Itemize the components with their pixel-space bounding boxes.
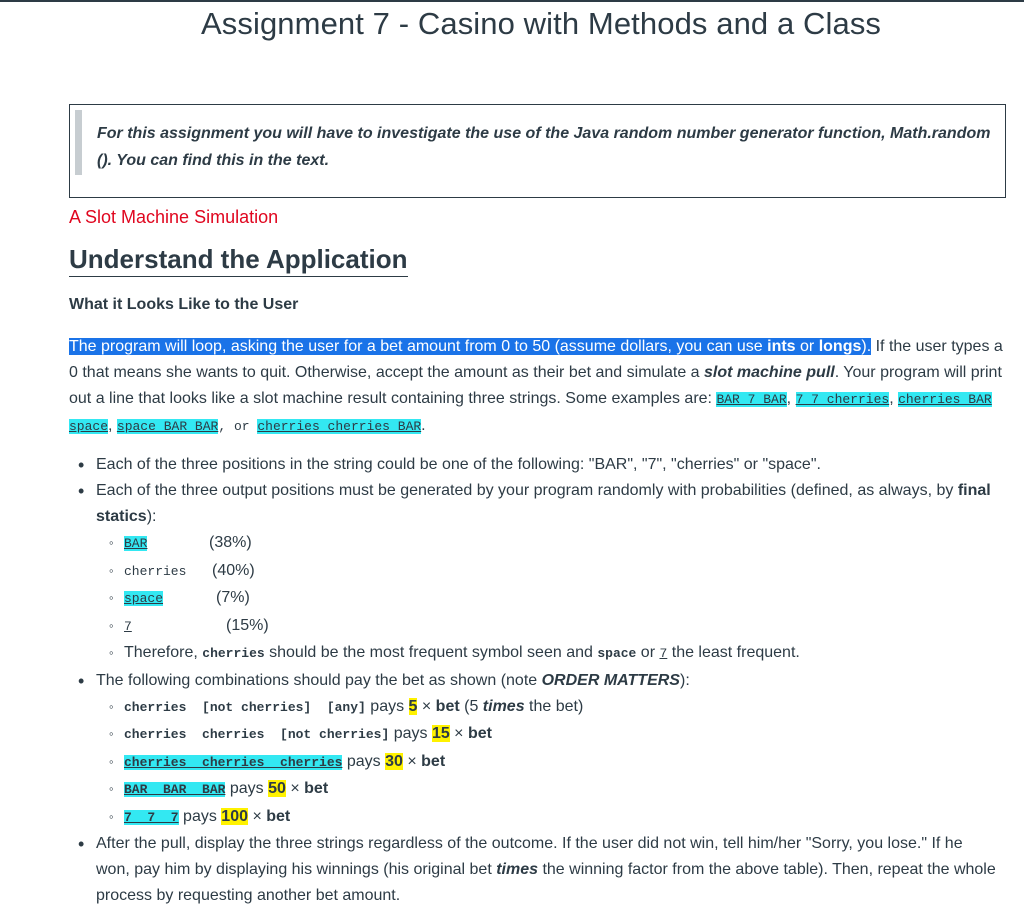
section-heading: Understand the Application bbox=[69, 243, 408, 277]
probability-list: BAR(38%) cherries(40%) space(7%) 7(15%) … bbox=[109, 530, 996, 668]
requirements-list: Each of the three positions in the strin… bbox=[78, 452, 996, 909]
list-item: Each of the three output positions must … bbox=[78, 478, 996, 668]
example-code: cherries cherries BAR bbox=[257, 419, 422, 434]
probability-note: Therefore, cherries should be the most f… bbox=[109, 640, 996, 668]
probability-item: cherries(40%) bbox=[109, 558, 996, 586]
callout-quote-bar bbox=[75, 110, 82, 175]
payout-list: cherries [not cherries] [any] pays 5 × b… bbox=[109, 694, 996, 832]
subsection-heading: What it Looks Like to the User bbox=[69, 296, 299, 313]
payout-item: cherries cherries [not cherries] pays 15… bbox=[109, 721, 996, 749]
description-paragraph: The program will loop, asking the user f… bbox=[69, 338, 1003, 434]
example-code: space BAR BAR bbox=[116, 419, 219, 434]
top-border bbox=[0, 0, 1024, 2]
probability-item: space(7%) bbox=[109, 585, 996, 613]
payout-item: BAR BAR BAR pays 50 × bet bbox=[109, 776, 996, 804]
payout-item: 7 7 7 pays 100 × bet bbox=[109, 804, 996, 832]
payout-item: cherries [not cherries] [any] pays 5 × b… bbox=[109, 694, 996, 722]
list-item: Each of the three positions in the strin… bbox=[78, 452, 996, 478]
example-code: 7 7 cherries bbox=[795, 392, 890, 407]
list-item: The following combinations should pay th… bbox=[78, 668, 996, 832]
probability-item: 7(15%) bbox=[109, 613, 996, 641]
probability-item: BAR(38%) bbox=[109, 530, 996, 558]
list-item: After the pull, display the three string… bbox=[78, 831, 996, 909]
example-code: BAR 7 BAR bbox=[716, 392, 787, 407]
section-red-heading: A Slot Machine Simulation bbox=[69, 207, 279, 227]
intro-text: For this assignment you will have to inv… bbox=[97, 125, 991, 169]
page-title: Assignment 7 - Casino with Methods and a… bbox=[201, 6, 882, 41]
payout-item: cherries cherries cherries pays 30 × bet bbox=[109, 749, 996, 777]
highlighted-text: The program will loop, asking the user f… bbox=[69, 338, 872, 355]
intro-callout: For this assignment you will have to inv… bbox=[69, 104, 1006, 198]
